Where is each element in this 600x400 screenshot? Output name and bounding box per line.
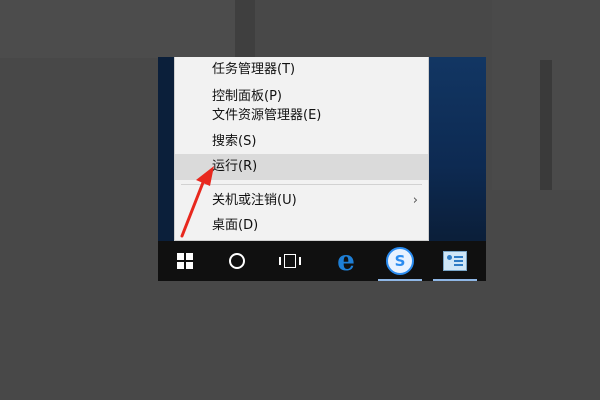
edge-taskbar-button[interactable]: e (321, 241, 371, 281)
sogou-icon: S (386, 247, 414, 275)
menu-item-file-explorer[interactable]: 文件资源管理器(E) (175, 103, 428, 129)
task-view-button[interactable] (265, 241, 315, 281)
photo-viewer-taskbar-button[interactable] (430, 241, 480, 281)
taskbar: e S (158, 241, 486, 281)
edge-browser-icon: e (337, 244, 355, 277)
background-window-block (0, 0, 235, 58)
start-button[interactable] (160, 241, 210, 281)
menu-item-label: 任务管理器(T) (212, 62, 296, 77)
menu-item-label: 关机或注销(U) (212, 193, 297, 208)
sogou-taskbar-button[interactable]: S (375, 241, 425, 281)
menu-item-label: 搜索(S) (212, 134, 257, 149)
background-window-block (235, 0, 255, 58)
cortana-search-button[interactable] (212, 241, 262, 281)
chevron-right-icon: › (412, 193, 418, 208)
menu-item-search[interactable]: 搜索(S) (175, 129, 428, 155)
menu-item-label: 文件资源管理器(E) (212, 108, 322, 123)
desktop-wallpaper (428, 57, 486, 237)
windows-start-icon (177, 253, 193, 269)
menu-item-label: 控制面板(P) (212, 89, 282, 104)
search-circle-icon (229, 253, 245, 269)
task-view-icon (279, 254, 301, 268)
background-window-block (540, 60, 552, 190)
red-pointer-arrow-icon (180, 166, 214, 238)
menu-item-task-manager[interactable]: 任务管理器(T) (175, 57, 428, 83)
photo-viewer-icon (443, 251, 467, 271)
